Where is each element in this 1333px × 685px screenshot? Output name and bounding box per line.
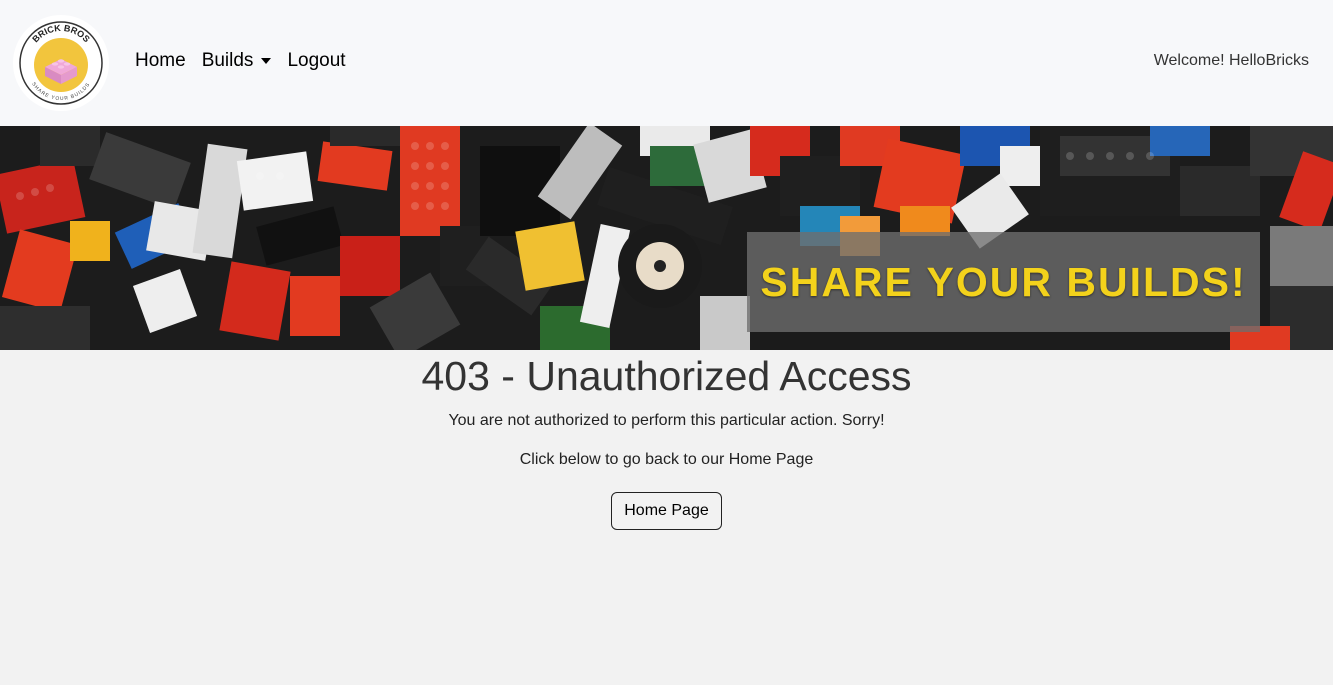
banner-tagline: SHARE YOUR BUILDS! (760, 258, 1247, 305)
nav-home-link[interactable]: Home (135, 50, 186, 72)
nav-links: Home Builds Logout (135, 50, 346, 72)
nav-logout-link[interactable]: Logout (287, 50, 345, 72)
welcome-message: Welcome! HelloBricks (1153, 52, 1309, 69)
nav-builds-label: Builds (201, 50, 254, 71)
tagline-box: SHARE YOUR BUILDS! (747, 232, 1260, 332)
caret-down-icon (261, 58, 272, 64)
home-page-button[interactable]: Home Page (611, 492, 722, 530)
hero-banner: SHARE YOUR BUILDS! (0, 126, 1333, 350)
error-message: You are not authorized to perform this p… (448, 412, 885, 429)
navbar: BRICK BROS SHARE YOUR BUILDS Home Builds… (0, 0, 1333, 126)
nav-builds-dropdown[interactable]: Builds (202, 50, 272, 72)
error-subtext: Click below to go back to our Home Page (519, 451, 814, 468)
brick-bros-logo[interactable]: BRICK BROS SHARE YOUR BUILDS (11, 14, 111, 112)
error-section: 403 - Unauthorized Access You are not au… (0, 350, 1333, 685)
page-title: 403 - Unauthorized Access (421, 353, 912, 399)
